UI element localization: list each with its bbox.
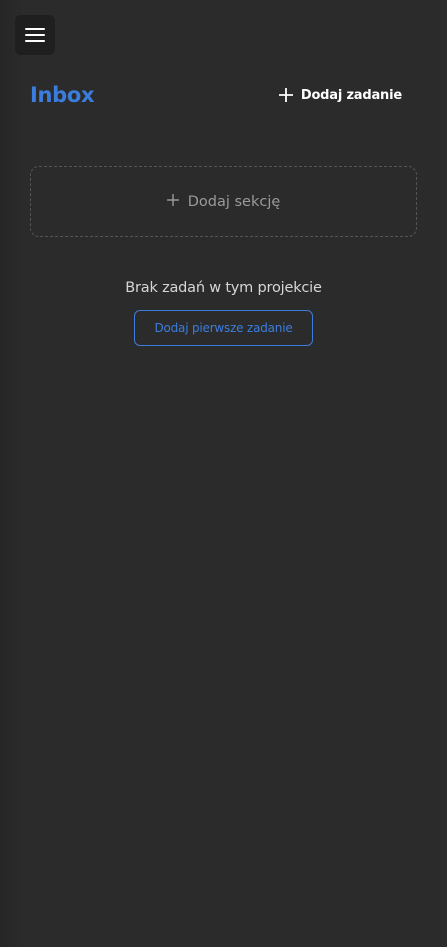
add-first-task-button[interactable]: Dodaj pierwsze zadanie xyxy=(134,310,313,346)
app-page: Inbox Dodaj zadanie Dodaj sekcję Brak za… xyxy=(0,0,447,947)
page-header: Inbox Dodaj zadanie xyxy=(30,78,417,112)
add-task-button[interactable]: Dodaj zadanie xyxy=(278,87,417,103)
menu-button[interactable] xyxy=(15,15,55,55)
plus-icon xyxy=(278,88,293,102)
add-task-label: Dodaj zadanie xyxy=(300,87,402,103)
empty-state: Brak zadań w tym projekcie Dodaj pierwsz… xyxy=(0,278,447,346)
plus-icon xyxy=(166,193,179,210)
add-section-label: Dodaj sekcję xyxy=(187,193,281,210)
add-section-button[interactable]: Dodaj sekcję xyxy=(30,166,417,237)
hamburger-menu-icon xyxy=(25,28,45,42)
page-title: Inbox xyxy=(30,83,95,107)
empty-state-message: Brak zadań w tym projekcie xyxy=(125,280,322,296)
